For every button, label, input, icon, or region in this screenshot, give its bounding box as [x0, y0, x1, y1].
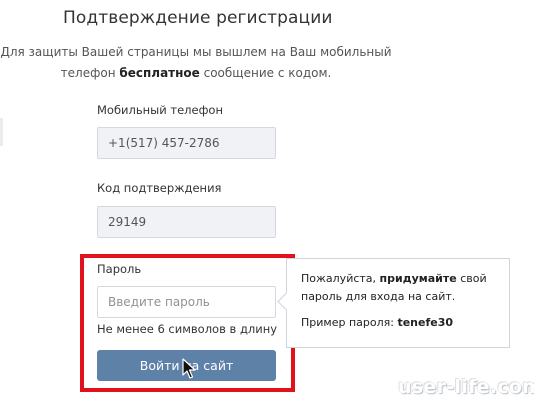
tooltip-text-1: Пожалуйста, — [301, 272, 380, 285]
tooltip-bold: придумайте — [379, 272, 457, 285]
tooltip-example: Пример пароля: tenefe30 — [301, 314, 499, 332]
phone-label: Мобильный телефон — [97, 103, 223, 117]
watermark: user-life.com — [398, 376, 534, 398]
description-bold: бесплатное — [119, 66, 200, 80]
left-edge-strip — [0, 118, 3, 146]
tooltip-example-value: tenefe30 — [397, 316, 454, 329]
phone-field[interactable]: +1(517) 457-2786 — [97, 127, 276, 159]
mouse-pointer-icon — [182, 358, 196, 384]
page-title: Подтверждение регистрации — [63, 8, 333, 28]
password-tooltip: Пожалуйста, придумайте свой пароль для в… — [277, 258, 510, 348]
code-label: Код подтверждения — [97, 181, 222, 195]
page-description: Для защиты Вашей страницы мы вышлем на В… — [0, 42, 392, 84]
tooltip-text: Пожалуйста, придумайте свой пароль для в… — [301, 270, 499, 306]
code-field[interactable]: 29149 — [97, 206, 276, 238]
tooltip-example-prefix: Пример пароля: — [301, 316, 398, 329]
description-text-2: сообщение с кодом. — [199, 66, 332, 80]
